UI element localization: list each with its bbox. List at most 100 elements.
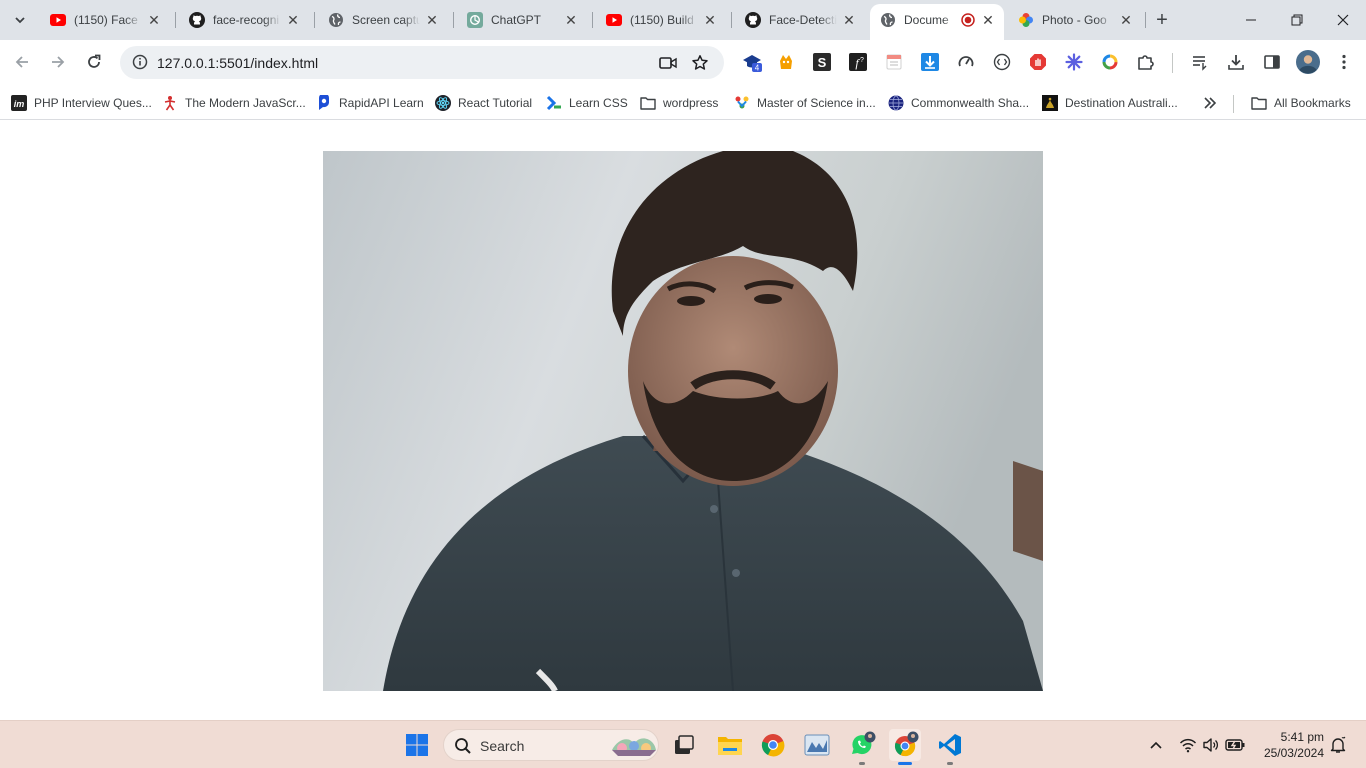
search-highlight-icon	[612, 738, 656, 756]
close-icon[interactable]: ✕	[980, 12, 996, 28]
svg-text:S: S	[818, 55, 827, 70]
windows-logo-icon	[406, 734, 428, 756]
url-text[interactable]: 127.0.0.1:5501/index.html	[157, 55, 318, 71]
tab-search-button[interactable]	[8, 8, 32, 32]
side-panel-icon[interactable]	[1261, 51, 1283, 73]
bookmark-item[interactable]: Commonwealth Sha...	[888, 91, 1029, 115]
notifications-button[interactable]	[1328, 735, 1348, 755]
close-icon[interactable]: ✕	[702, 12, 718, 28]
browser-tab[interactable]: Face-Detecti ✕	[735, 6, 865, 34]
close-icon[interactable]: ✕	[841, 12, 857, 28]
whatsapp-icon	[852, 731, 876, 755]
close-icon[interactable]: ✕	[146, 12, 162, 28]
browser-tab[interactable]: (1150) Face r ✕	[40, 6, 170, 34]
tab-title: Screen captu	[352, 13, 420, 27]
svg-text:im: im	[14, 99, 25, 109]
vscode-taskbar-button[interactable]	[934, 729, 966, 761]
more-bookmarks-button[interactable]	[1203, 91, 1217, 115]
windows-taskbar: Search 5:41 pm 25/03/2024	[0, 720, 1366, 768]
close-icon[interactable]: ✕	[1118, 12, 1134, 28]
extension-code-icon[interactable]	[991, 51, 1013, 73]
extensions-puzzle-icon[interactable]	[1135, 51, 1157, 73]
show-hidden-icons-button[interactable]	[1146, 735, 1166, 755]
chrome-icon	[894, 731, 919, 757]
js-person-icon	[162, 95, 178, 111]
bookmark-item[interactable]: The Modern JavaScr...	[162, 91, 306, 115]
bookmark-item[interactable]: RapidAPI Learn	[316, 91, 424, 115]
bookmark-label: React Tutorial	[458, 96, 533, 110]
bookmark-label: Destination Australi...	[1065, 96, 1178, 110]
all-bookmarks-button[interactable]: All Bookmarks	[1251, 91, 1351, 115]
wifi-button[interactable]	[1178, 735, 1198, 755]
camera-in-use-button[interactable]	[656, 51, 680, 75]
profile-avatar[interactable]	[1296, 50, 1320, 74]
bookmark-item[interactable]: im PHP Interview Ques...	[11, 91, 152, 115]
bookmark-item[interactable]: Learn CSS	[546, 91, 628, 115]
downloads-icon[interactable]	[1225, 51, 1247, 73]
taskbar-clock[interactable]: 5:41 pm 25/03/2024	[1254, 729, 1324, 761]
extension-font-icon[interactable]: f?	[847, 51, 869, 73]
whatsapp-taskbar-button[interactable]	[846, 729, 878, 761]
back-arrow-icon	[15, 56, 28, 68]
chrome-profile-taskbar-button[interactable]	[889, 729, 921, 761]
menu-kebab-icon[interactable]	[1333, 51, 1355, 73]
extension-s-icon[interactable]: S	[811, 51, 833, 73]
bookmark-item[interactable]: React Tutorial	[435, 91, 532, 115]
video-camera-icon	[659, 57, 677, 69]
task-view-button[interactable]	[668, 729, 700, 761]
browser-tab[interactable]: (1150) Build ✕	[596, 6, 726, 34]
forward-button[interactable]	[44, 48, 72, 76]
new-tab-button[interactable]: +	[1150, 8, 1174, 32]
im-logo-icon: im	[11, 95, 27, 111]
close-icon[interactable]: ✕	[563, 12, 579, 28]
extension-ring-icon[interactable]	[1099, 51, 1121, 73]
task-view-icon	[675, 735, 694, 754]
extension-badge: 4	[755, 64, 760, 73]
close-window-button[interactable]	[1320, 0, 1366, 40]
bookmark-item[interactable]: Master of Science in...	[734, 91, 876, 115]
photos-taskbar-button[interactable]	[801, 729, 833, 761]
bookmark-folder[interactable]: wordpress	[640, 91, 718, 115]
chevron-up-icon	[1150, 741, 1162, 749]
taskbar-search-box[interactable]: Search	[443, 729, 659, 761]
bookmark-star-button[interactable]	[688, 51, 712, 75]
extension-fox-icon[interactable]	[775, 51, 797, 73]
chrome-taskbar-button[interactable]	[757, 729, 789, 761]
browser-tab[interactable]: Screen captu ✕	[318, 6, 448, 34]
restore-button[interactable]	[1274, 0, 1320, 40]
bookmark-item[interactable]: Destination Australi...	[1042, 91, 1178, 115]
bookmark-label: Commonwealth Sha...	[911, 96, 1030, 110]
restore-icon	[1291, 14, 1303, 26]
address-bar[interactable]: 127.0.0.1:5501/index.html	[120, 46, 724, 79]
google-photos-icon	[1018, 12, 1034, 28]
reading-list-icon[interactable]	[1189, 51, 1211, 73]
browser-tab-active[interactable]: Docume ✕	[870, 4, 1004, 40]
site-info-button[interactable]	[128, 50, 152, 74]
file-explorer-button[interactable]	[714, 729, 746, 761]
webcam-video[interactable]	[323, 151, 1043, 691]
back-button[interactable]	[8, 48, 36, 76]
extension-graduation-icon[interactable]: 4	[741, 51, 763, 73]
battery-button[interactable]	[1225, 735, 1245, 755]
webcam-frame-image	[323, 151, 1043, 691]
close-icon[interactable]: ✕	[285, 12, 301, 28]
extension-red-hand-icon[interactable]	[1027, 51, 1049, 73]
close-icon[interactable]: ✕	[424, 12, 440, 28]
extension-speedometer-icon[interactable]	[955, 51, 977, 73]
speaker-icon	[1203, 738, 1219, 752]
bookmark-label: Learn CSS	[569, 96, 628, 110]
taskbar-search-label: Search	[480, 738, 525, 754]
extension-calendar-icon[interactable]	[883, 51, 905, 73]
browser-tab[interactable]: ChatGPT ✕	[457, 6, 587, 34]
start-button[interactable]	[401, 729, 433, 761]
clock-time: 5:41 pm	[1280, 730, 1324, 744]
extension-download-icon[interactable]	[919, 51, 941, 73]
volume-button[interactable]	[1201, 735, 1221, 755]
reload-button[interactable]	[80, 48, 108, 76]
minimize-icon	[1246, 19, 1256, 21]
browser-tab[interactable]: Photo - Goo ✕	[1008, 6, 1142, 34]
browser-tab[interactable]: face-recogni ✕	[179, 6, 309, 34]
minimize-button[interactable]	[1228, 0, 1274, 40]
close-window-icon	[1337, 14, 1349, 26]
extension-sparkle-icon[interactable]	[1063, 51, 1085, 73]
